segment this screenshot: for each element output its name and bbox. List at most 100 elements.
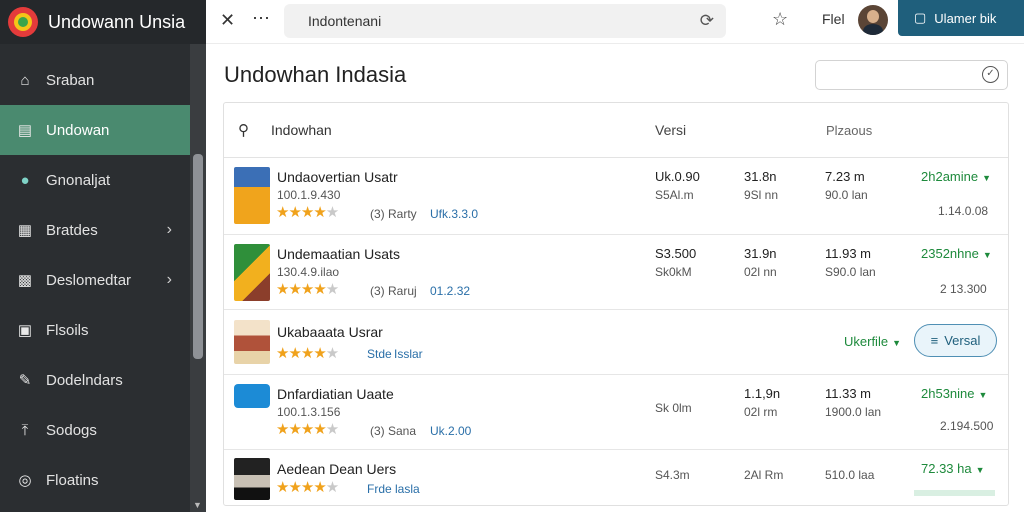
sidebar-item-1[interactable]: ▤ Undowan: [0, 105, 190, 155]
app-title: Dnfardiatian Uaate: [277, 386, 394, 402]
status-badge[interactable]: 2352nhne ▼: [921, 246, 992, 261]
clock-icon[interactable]: ✓: [982, 66, 999, 83]
app-title: Undemaatian Usats: [277, 246, 400, 262]
sidebar-item-label: Sodogs: [46, 421, 97, 439]
status-badge[interactable]: Ukerfile ▼: [844, 334, 901, 349]
size-secondary: 02l nn: [744, 265, 777, 279]
sidebar-item-5[interactable]: ▣ Flsoils: [0, 305, 190, 355]
app-title: Undowann Unsia: [48, 11, 186, 32]
refresh-icon[interactable]: ⟳: [700, 11, 714, 31]
app-meta: (3) Sana: [370, 424, 416, 438]
app-meta-b: Uk.2.00: [430, 424, 472, 438]
table-row[interactable]: Ukabaaata Usrar ★★★★★ Stde Isslar Ukerfi…: [224, 310, 1008, 375]
version-secondary: Sk 0lm: [655, 401, 692, 415]
grid-icon: ▦: [17, 222, 33, 239]
rating-stars: ★★★★★: [276, 479, 339, 496]
sidebar-item-label: Dodelndars: [46, 371, 123, 389]
downloads-primary: 11.93 m: [825, 246, 872, 261]
app-meta: (3) Raruj: [370, 284, 417, 298]
primary-action-button[interactable]: ▢ Ulamer bik: [898, 0, 1024, 36]
sidebar-scrollbar[interactable]: ▼: [190, 44, 206, 512]
sidebar-item-label: Sraban: [46, 71, 95, 89]
table-row[interactable]: Undemaatian Usats 130.4.9.ilao ★★★★★ (3)…: [224, 235, 1008, 310]
rating-stars: ★★★★★: [276, 345, 339, 362]
app-title: Undaovertian Usatr: [277, 169, 398, 185]
more-options-icon[interactable]: ⋯: [252, 8, 271, 29]
globe-icon: ◎: [18, 472, 32, 489]
app-thumbnail: [234, 167, 270, 224]
rating-stars: ★★★★★: [276, 281, 339, 298]
sidebar-item-label: Undowan: [46, 121, 110, 139]
top-bar: ✕ ⋯ Indontenani ⟳ ☆ Flel ▢ Ulamer bik: [206, 0, 1024, 44]
status-label: 2h53nine: [921, 386, 975, 401]
dropdown-arrow-icon: ▼: [975, 465, 985, 475]
status-label: 2h2amine: [921, 169, 979, 184]
status-badge[interactable]: 72.33 ha ▼: [921, 461, 985, 476]
app-meta-a: (3) Sana: [370, 424, 417, 438]
table-row[interactable]: Dnfardiatian Uaate 100.1.3.156 ★★★★★ (3)…: [224, 375, 1008, 450]
app-thumbnail: [234, 458, 270, 500]
sidebar-item-4[interactable]: ▩ Deslomedtar ›: [0, 255, 190, 305]
close-icon[interactable]: ✕: [220, 10, 235, 31]
sidebar-item-3[interactable]: ▦ Bratdes ›: [0, 205, 190, 255]
size-primary: 31.8n: [744, 169, 777, 184]
chat-icon: ●: [20, 171, 30, 189]
table-icon: ▩: [17, 272, 33, 289]
version-secondary: S5Al.m: [655, 188, 694, 202]
status-label: 2352nhne: [921, 246, 979, 261]
version-button[interactable]: ≡ Versal: [914, 324, 997, 357]
chevron-right-icon: ›: [166, 271, 172, 288]
apps-table: ⚲ Indowhan Versi Plzaous Undaovertian Us…: [223, 102, 1009, 506]
scrollbar-thumb[interactable]: [193, 154, 203, 359]
app-logo-icon: [8, 7, 38, 37]
sidebar-item-label: Gnonaljat: [46, 171, 111, 189]
address-search-field[interactable]: Indontenani ⟳: [284, 4, 726, 38]
column-header-name[interactable]: Indowhan: [271, 122, 332, 138]
app-brand[interactable]: Undowann Unsia: [0, 0, 206, 44]
window-icon: ▢: [914, 10, 927, 25]
app-id: 100.1.9.430: [277, 188, 341, 202]
status-badge[interactable]: 2h53nine ▼: [921, 386, 987, 401]
table-row[interactable]: Aedean Dean Uers ★★★★★ Frde lasla S4.3m …: [224, 450, 1008, 506]
file-menu[interactable]: Flel: [822, 11, 845, 27]
filter-input[interactable]: ✓: [815, 60, 1008, 90]
app-title: Ukabaaata Usrar: [277, 324, 383, 340]
dropdown-arrow-icon: ▼: [978, 390, 988, 400]
image-icon: ▣: [17, 322, 33, 339]
version-secondary: S4.3m: [655, 468, 690, 482]
star-icon[interactable]: ☆: [772, 9, 788, 30]
sidebar-item-7[interactable]: ⤒ Sodogs: [0, 405, 190, 455]
search-icon[interactable]: ⚲: [238, 121, 249, 139]
app-meta-b: 01.2.32: [430, 284, 471, 298]
primary-action-label: Ulamer bik: [934, 10, 997, 26]
size-primary: 1.1,9n: [744, 386, 781, 401]
dropdown-arrow-icon: ▼: [982, 250, 992, 260]
scroll-down-icon[interactable]: ▼: [193, 500, 202, 510]
row-extra-value: 1.14.0.08: [938, 204, 989, 218]
app-meta-b: lasla: [395, 482, 420, 496]
app-meta-b: Ufk.3.3.0: [430, 207, 479, 221]
user-avatar[interactable]: [858, 5, 888, 35]
row-extra-value: 2 13.300: [940, 282, 987, 296]
sidebar-item-0[interactable]: ⌂ Sraban: [0, 55, 190, 105]
page-title: Undowhan Indasia: [224, 62, 407, 87]
status-label: 72.33 ha: [921, 461, 972, 476]
pen-icon: ✎: [18, 372, 32, 389]
menu-icon: ≡: [930, 333, 939, 348]
chevron-right-icon: ›: [166, 221, 172, 238]
rating-stars: ★★★★★: [276, 421, 339, 438]
sidebar-item-6[interactable]: ✎ Dodelndars: [0, 355, 190, 405]
version-button-label: Versal: [944, 333, 981, 348]
column-header-version[interactable]: Versi: [655, 122, 686, 138]
downloads-primary: 7.23 m: [825, 169, 865, 184]
sidebar-item-label: Floatins: [46, 471, 99, 489]
sidebar-item-8[interactable]: ◎ Floatins: [0, 455, 190, 505]
app-thumbnail: [234, 320, 270, 364]
sidebar-item-2[interactable]: ● Gnonaljat: [0, 155, 190, 205]
app-meta: (3) Rarty: [370, 207, 417, 221]
status-badge[interactable]: 2h2amine ▼: [921, 169, 991, 184]
upload-icon: ⤒: [21, 421, 29, 439]
home-icon: ⌂: [20, 71, 30, 89]
table-row[interactable]: Undaovertian Usatr 100.1.9.430 ★★★★★ (3)…: [224, 158, 1008, 235]
column-header-pla[interactable]: Plzaous: [826, 123, 872, 138]
